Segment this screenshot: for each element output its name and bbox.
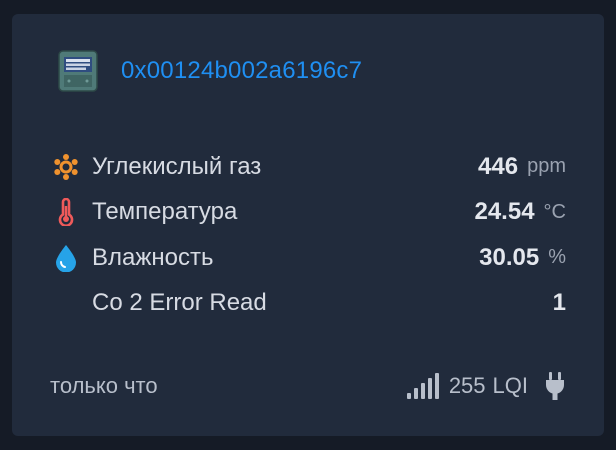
- sensor-value: 1: [552, 289, 566, 317]
- sensor-list: Углекислый газ 446 ppm Температура 24.54…: [52, 144, 566, 326]
- card-footer: только что 255 LQI: [50, 366, 566, 406]
- last-seen-time: только что: [50, 373, 158, 398]
- lqi-value: 255: [448, 373, 486, 398]
- lqi-unit: LQI: [492, 373, 528, 398]
- device-address-link[interactable]: 0x00124b002a6196c7: [121, 57, 362, 85]
- sensor-row-humidity: Влажность 30.05 %: [52, 235, 566, 281]
- sensor-label: Co 2 Error Read: [92, 289, 267, 317]
- signal-strength-icon: [406, 373, 439, 399]
- sensor-row-co2-error: Co 2 Error Read 1: [52, 281, 566, 327]
- sensor-unit: °C: [543, 200, 566, 223]
- device-card: 0x00124b002a6196c7 Углекислый газ 446 pp…: [12, 14, 604, 436]
- sensor-label: Температура: [92, 198, 238, 226]
- sensor-value: 446: [478, 152, 519, 180]
- device-header: 0x00124b002a6196c7: [58, 49, 362, 93]
- water-drop-icon: [52, 244, 80, 272]
- sensor-label: Углекислый газ: [92, 152, 262, 180]
- sensor-row-co2: Углекислый газ 446 ppm: [52, 144, 566, 190]
- device-thumbnail-icon: [58, 50, 98, 92]
- sensor-unit: ppm: [527, 155, 566, 178]
- link-quality: 255 LQI: [406, 372, 566, 400]
- molecule-icon: [52, 153, 80, 181]
- row-icon-placeholder: [52, 289, 80, 317]
- power-plug-icon[interactable]: [544, 372, 566, 400]
- sensor-value: 30.05: [479, 243, 540, 271]
- sensor-unit: %: [548, 246, 566, 269]
- thermometer-icon: [52, 198, 80, 227]
- sensor-value: 24.54: [474, 198, 535, 226]
- sensor-label: Влажность: [92, 243, 214, 271]
- sensor-row-temperature: Температура 24.54 °C: [52, 190, 566, 236]
